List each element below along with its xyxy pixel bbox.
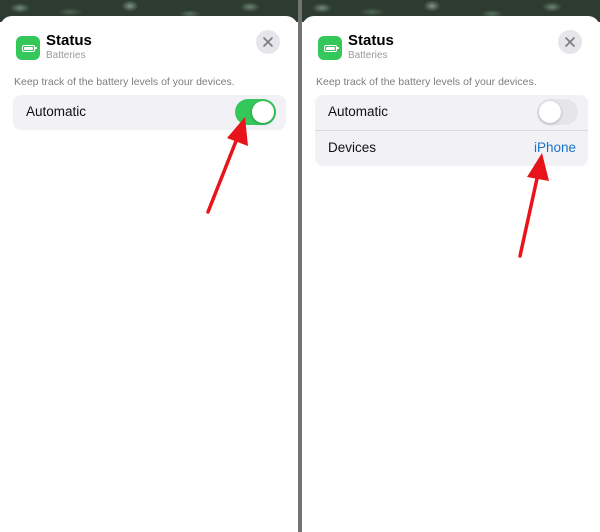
red-arrow-annotation: [206, 117, 248, 214]
red-arrow-annotation: [518, 153, 549, 258]
left-panel: Status Batteries Keep track of the batte…: [0, 0, 298, 532]
right-panel: Status Batteries Keep track of the batte…: [302, 0, 600, 532]
